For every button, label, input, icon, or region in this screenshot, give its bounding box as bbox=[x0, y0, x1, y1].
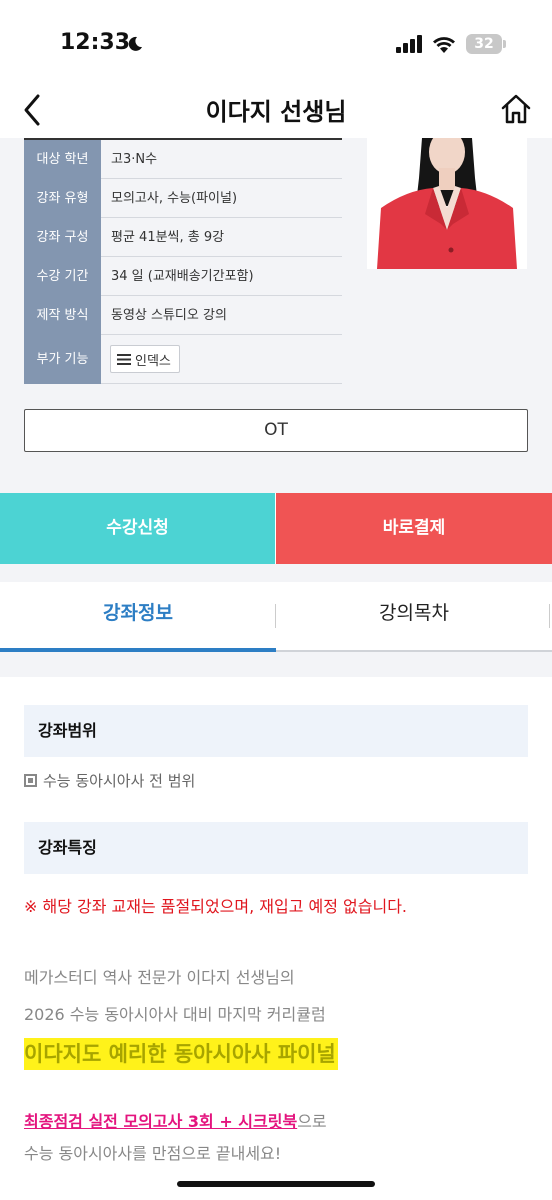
section-gap bbox=[0, 564, 552, 582]
battery-icon: 32 bbox=[466, 34, 502, 54]
tab-lecture-list[interactable]: 강의목차 bbox=[276, 582, 552, 652]
tab-divider bbox=[549, 604, 550, 628]
status-time: 12:33 bbox=[60, 30, 131, 55]
nav-bar: 이다지 선생님 bbox=[0, 82, 552, 138]
scope-heading: 강좌범위 bbox=[24, 705, 528, 757]
tab-course-info[interactable]: 강좌정보 bbox=[0, 582, 276, 652]
menu-icon bbox=[117, 353, 131, 365]
info-label: 제작 방식 bbox=[24, 296, 101, 335]
closing-line: 수능 동아시아사를 만점으로 끝내세요! bbox=[24, 1144, 282, 1163]
feature-heading: 강좌특징 bbox=[24, 822, 528, 874]
info-label: 강좌 유형 bbox=[24, 179, 101, 218]
info-value: 34 일 (교재배송기간포함) bbox=[111, 269, 254, 284]
info-row-extra: 부가 기능 인덱스 bbox=[24, 335, 342, 384]
home-icon[interactable] bbox=[499, 92, 533, 126]
scope-text: 수능 동아시아사 전 범위 bbox=[43, 772, 196, 790]
info-row-type: 강좌 유형 모의고사, 수능(파이널) bbox=[24, 179, 342, 218]
info-value: 동영상 스튜디오 강의 bbox=[111, 308, 227, 323]
signal-icon bbox=[396, 35, 422, 53]
info-label: 수강 기간 bbox=[24, 257, 101, 296]
mock-exam-suffix: 으로 bbox=[297, 1112, 327, 1131]
info-value: 모의고사, 수능(파이널) bbox=[111, 191, 238, 206]
description-line-1: 메가스터디 역사 전문가 이다지 선생님의 bbox=[24, 968, 295, 987]
battery-tip bbox=[503, 40, 506, 48]
soldout-notice: ※ 해당 강좌 교재는 품절되었으며, 재입고 예정 없습니다. bbox=[24, 897, 408, 916]
info-label: 부가 기능 bbox=[24, 335, 101, 384]
course-info-section: 대상 학년 고3·N수 강좌 유형 모의고사, 수능(파이널) 강좌 구성 평균… bbox=[0, 138, 552, 493]
moon-icon bbox=[128, 36, 142, 51]
mock-exam-link[interactable]: 최종점검 실전 모의고사 3회 + 시크릿북 bbox=[24, 1112, 297, 1131]
ot-button[interactable]: OT bbox=[24, 409, 528, 452]
highlight-title: 이다지도 예리한 동아시아사 파이널 bbox=[24, 1038, 338, 1070]
teacher-photo bbox=[367, 138, 527, 269]
info-row-period: 수강 기간 34 일 (교재배송기간포함) bbox=[24, 257, 342, 296]
mock-exam-line: 최종점검 실전 모의고사 3회 + 시크릿북으로 bbox=[24, 1108, 327, 1132]
info-row-grade: 대상 학년 고3·N수 bbox=[24, 140, 342, 179]
scope-text-line: 수능 동아시아사 전 범위 bbox=[24, 770, 195, 791]
description-line-2: 2026 수능 동아시아사 대비 마지막 커리큘럼 bbox=[24, 1005, 326, 1024]
info-row-composition: 강좌 구성 평균 41분씩, 총 9강 bbox=[24, 218, 342, 257]
tab-bar: 강좌정보 강의목차 bbox=[0, 582, 552, 652]
section-gap bbox=[0, 652, 552, 677]
info-label: 대상 학년 bbox=[24, 140, 101, 179]
index-button-label: 인덱스 bbox=[135, 353, 171, 369]
info-value: 평균 41분씩, 총 9강 bbox=[111, 230, 225, 245]
battery-level: 32 bbox=[474, 36, 494, 52]
info-value: 고3·N수 bbox=[111, 152, 158, 167]
square-bullet-icon bbox=[24, 774, 37, 787]
status-bar: 12:33 32 bbox=[0, 0, 552, 82]
info-label: 강좌 구성 bbox=[24, 218, 101, 257]
home-indicator[interactable] bbox=[177, 1181, 375, 1187]
pay-now-button[interactable]: 바로결제 bbox=[276, 493, 552, 564]
info-row-production: 제작 방식 동영상 스튜디오 강의 bbox=[24, 296, 342, 335]
enroll-button[interactable]: 수강신청 bbox=[0, 493, 275, 564]
page-title: 이다지 선생님 bbox=[205, 98, 347, 126]
index-button[interactable]: 인덱스 bbox=[110, 345, 180, 373]
wifi-icon bbox=[433, 37, 455, 53]
